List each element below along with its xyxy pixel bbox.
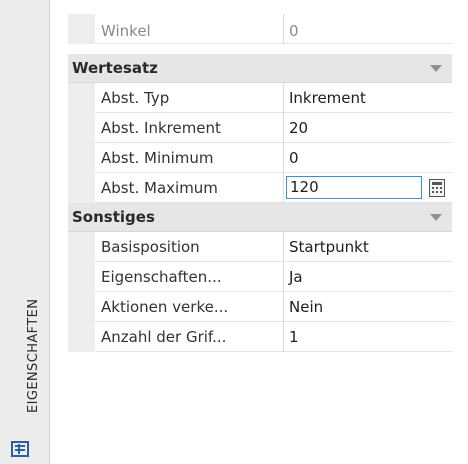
property-label: Aktionen verke... xyxy=(95,292,284,322)
row-indent xyxy=(68,173,95,203)
chevron-down-icon[interactable] xyxy=(430,65,442,72)
chevron-down-icon[interactable] xyxy=(430,214,442,221)
property-value-cell: 120 xyxy=(284,173,452,203)
property-row-winkel[interactable]: Winkel 0 xyxy=(68,14,468,44)
property-value: 0 xyxy=(284,143,452,173)
property-value: Ja xyxy=(284,262,452,292)
row-indent xyxy=(68,232,95,262)
property-row-abst-inkrement[interactable]: Abst. Inkrement 20 xyxy=(68,113,468,143)
palette-sidebar: EIGENSCHAFTEN xyxy=(0,0,50,464)
property-value: Inkrement xyxy=(284,83,452,113)
property-label: Basisposition xyxy=(95,232,284,262)
row-indent xyxy=(68,322,95,352)
property-label: Abst. Typ xyxy=(95,83,284,113)
property-label: Winkel xyxy=(95,14,284,44)
category-title: Wertesatz xyxy=(72,59,158,77)
property-row-basisposition[interactable]: Basisposition Startpunkt xyxy=(68,232,468,262)
property-value: Startpunkt xyxy=(284,232,452,262)
property-value: 20 xyxy=(284,113,452,143)
row-indent xyxy=(68,113,95,143)
category-title: Sonstiges xyxy=(72,208,155,226)
property-label: Anzahl der Grif... xyxy=(95,322,284,352)
property-label: Abst. Maximum xyxy=(95,173,284,203)
property-row-abst-minimum[interactable]: Abst. Minimum 0 xyxy=(68,143,468,173)
scrollbar-track[interactable] xyxy=(452,0,468,464)
row-indent xyxy=(68,143,95,173)
property-row-abst-typ[interactable]: Abst. Typ Inkrement xyxy=(68,83,468,113)
property-row-abst-maximum[interactable]: Abst. Maximum 120 xyxy=(68,173,468,203)
row-indent xyxy=(68,292,95,322)
abst-maximum-input[interactable]: 120 xyxy=(286,176,422,199)
category-sonstiges[interactable]: Sonstiges xyxy=(68,203,452,232)
property-label: Abst. Minimum xyxy=(95,143,284,173)
properties-palette-icon[interactable] xyxy=(11,441,29,457)
calculator-icon[interactable] xyxy=(429,179,445,197)
property-value: 1 xyxy=(284,322,452,352)
category-wertesatz[interactable]: Wertesatz xyxy=(68,54,452,83)
row-indent xyxy=(68,14,95,44)
property-value: 0 xyxy=(284,14,452,44)
row-indent xyxy=(68,262,95,292)
property-value: Nein xyxy=(284,292,452,322)
row-indent xyxy=(68,83,95,113)
palette-title: EIGENSCHAFTEN xyxy=(26,298,41,413)
property-row-eigenschaften[interactable]: Eigenschaften... Ja xyxy=(68,262,468,292)
property-row-aktionen[interactable]: Aktionen verke... Nein xyxy=(68,292,468,322)
property-row-anzahl-griffe[interactable]: Anzahl der Grif... 1 xyxy=(68,322,468,352)
property-label: Abst. Inkrement xyxy=(95,113,284,143)
property-label: Eigenschaften... xyxy=(95,262,284,292)
